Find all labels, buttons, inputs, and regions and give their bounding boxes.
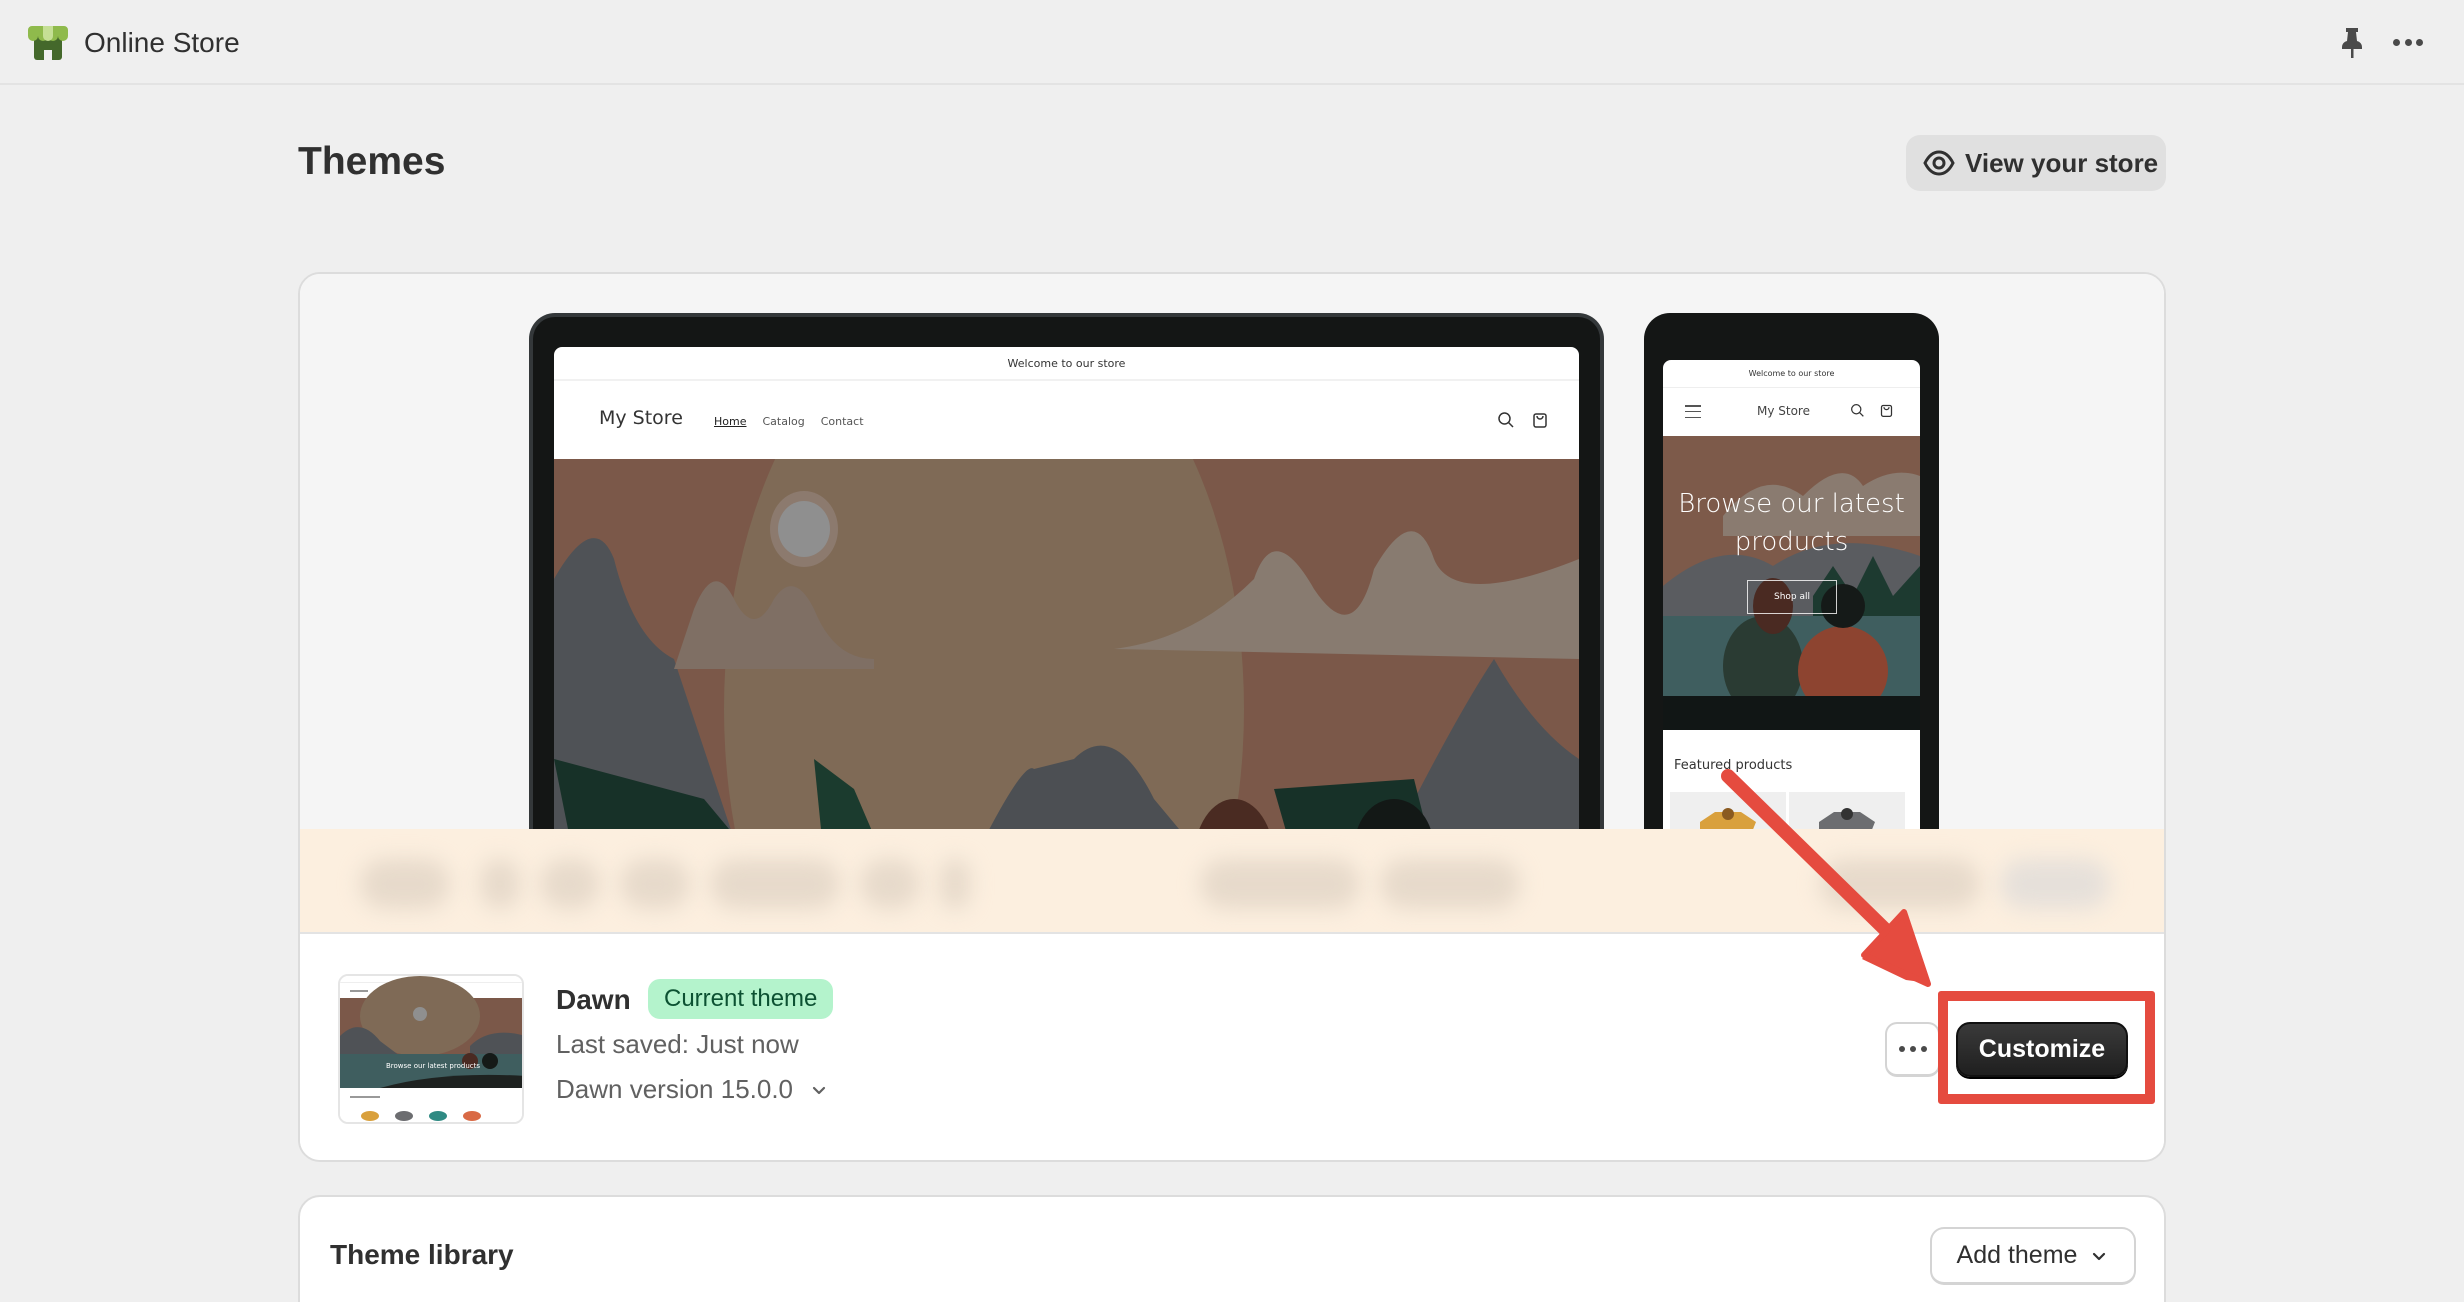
svg-text:Browse our latest products: Browse our latest products (386, 1062, 480, 1070)
app-title: Online Store (84, 27, 240, 58)
product-card (1670, 792, 1786, 833)
add-theme-button[interactable]: Add theme (1930, 1227, 2136, 1285)
pin-icon[interactable] (2336, 26, 2368, 60)
hero-bottom-strip (1663, 696, 1920, 730)
mobile-store-header: My Store (1663, 388, 1920, 436)
theme-library-title: Theme library (330, 1239, 514, 1270)
hamburger-menu-icon (1685, 405, 1701, 418)
theme-thumbnail-image: Browse our latest products (340, 976, 522, 1122)
more-actions-button[interactable] (1885, 1022, 1940, 1077)
current-theme-badge: Current theme (648, 979, 834, 1019)
featured-products-section: Featured products (1663, 730, 1920, 833)
mobile-preview-screen: Welcome to our store My Store Browse our… (1663, 360, 1920, 833)
last-saved-text: Last saved: Just now (556, 1029, 799, 1059)
tshirt-icon (1700, 808, 1756, 833)
current-theme-card: Welcome to our store My Store Home Catal… (298, 272, 2166, 1162)
store-header: My Store Home Catalog Contact (554, 381, 1579, 457)
theme-info-row: Browse our latest products Dawn Current … (300, 932, 2164, 1160)
product-card (1789, 792, 1905, 833)
cart-icon (1880, 404, 1893, 417)
nav-home: Home (714, 415, 747, 428)
store-name: My Store (599, 407, 683, 429)
page-title: Themes (298, 140, 446, 183)
nav-catalog: Catalog (762, 415, 805, 428)
cart-icon (1533, 413, 1547, 428)
top-bar: Online Store (0, 0, 2464, 85)
theme-version-toggle[interactable]: Dawn version 15.0.0 (556, 1074, 829, 1105)
tshirt-icon (1819, 808, 1875, 833)
online-store-icon (28, 26, 68, 60)
mobile-announcement-bar: Welcome to our store (1663, 360, 1920, 388)
more-options-icon[interactable] (2390, 24, 2426, 60)
desktop-preview: Welcome to our store My Store Home Catal… (529, 313, 1604, 833)
view-your-store-button[interactable]: View your store (1906, 135, 2166, 191)
chevron-down-icon (2093, 1252, 2106, 1260)
chevron-down-icon (812, 1086, 826, 1094)
mobile-hero-heading: Browse our latest products (1678, 489, 1905, 557)
mobile-preview: Welcome to our store My Store Browse our… (1644, 313, 1939, 833)
hero-illustration (554, 459, 1579, 833)
theme-version-label: Dawn version 15.0.0 (556, 1074, 794, 1104)
more-horizontal-icon (1898, 1046, 1905, 1052)
search-icon (1851, 404, 1864, 417)
blurred-overlay (300, 829, 2164, 932)
featured-products-title: Featured products (1674, 758, 1793, 773)
search-icon (1498, 412, 1514, 428)
mobile-store-name: My Store (1757, 404, 1810, 418)
theme-name: Dawn (556, 984, 631, 1015)
mobile-hero-illustration (1663, 436, 1920, 696)
customize-button[interactable]: Customize (1956, 1022, 2128, 1077)
nav-contact: Contact (820, 415, 864, 428)
desktop-preview-screen: Welcome to our store My Store Home Catal… (554, 347, 1579, 833)
announcement-bar: Welcome to our store (554, 347, 1579, 381)
add-theme-label: Add theme (1956, 1241, 2078, 1269)
view-your-store-label: View your store (1965, 147, 2159, 178)
shop-all-button: Shop all (1747, 580, 1837, 614)
theme-library-card: Theme library Add theme (298, 1195, 2166, 1302)
eye-icon (1923, 150, 1955, 176)
theme-thumbnail[interactable]: Browse our latest products (338, 974, 524, 1124)
store-nav: Home Catalog Contact (714, 415, 864, 428)
theme-preview[interactable]: Welcome to our store My Store Home Catal… (300, 274, 2164, 932)
